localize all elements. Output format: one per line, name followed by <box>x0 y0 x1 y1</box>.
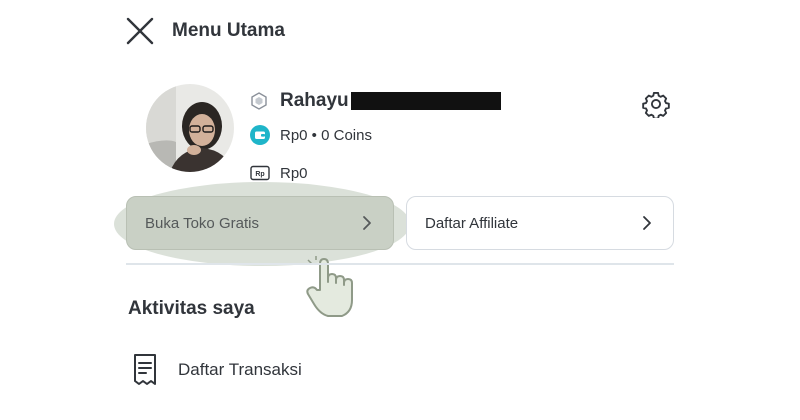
rp-row[interactable]: Rp Rp0 <box>250 162 308 184</box>
user-name: Rahayu <box>280 90 501 112</box>
menu-item-label: Daftar Transaksi <box>178 360 302 379</box>
wallet-icon <box>250 125 270 145</box>
user-row: Rahayu <box>250 88 501 114</box>
name-redaction <box>350 91 501 110</box>
header: Menu Utama <box>124 14 285 48</box>
chevron-right-icon <box>643 216 651 230</box>
divider <box>126 263 674 265</box>
open-shop-button[interactable]: Buka Toko Gratis <box>126 196 394 250</box>
hand-pointer-icon <box>306 256 353 317</box>
settings-button[interactable] <box>642 90 670 118</box>
open-shop-label: Buka Toko Gratis <box>145 214 259 232</box>
profile-section: Rahayu Rp0 • 0 Coins Rp Rp0 <box>146 84 676 184</box>
balance-row[interactable]: Rp0 • 0 Coins <box>250 124 372 146</box>
svg-text:Rp: Rp <box>255 171 264 178</box>
affiliate-label: Daftar Affiliate <box>425 214 519 232</box>
gear-icon <box>642 91 670 118</box>
close-icon[interactable] <box>124 15 156 47</box>
badge-icon <box>251 92 267 110</box>
section-title: Aktivitas saya <box>128 298 255 319</box>
chevron-right-icon <box>363 216 371 230</box>
rp-text: Rp0 <box>280 164 308 182</box>
balance-text: Rp0 • 0 Coins <box>280 126 372 144</box>
avatar[interactable] <box>146 84 234 172</box>
page-title: Menu Utama <box>172 20 285 41</box>
receipt-icon <box>134 354 156 385</box>
affiliate-button[interactable]: Daftar Affiliate <box>406 196 674 250</box>
menu-item-transactions[interactable]: Daftar Transaksi <box>130 352 302 388</box>
rupiah-card-icon: Rp <box>250 165 270 181</box>
